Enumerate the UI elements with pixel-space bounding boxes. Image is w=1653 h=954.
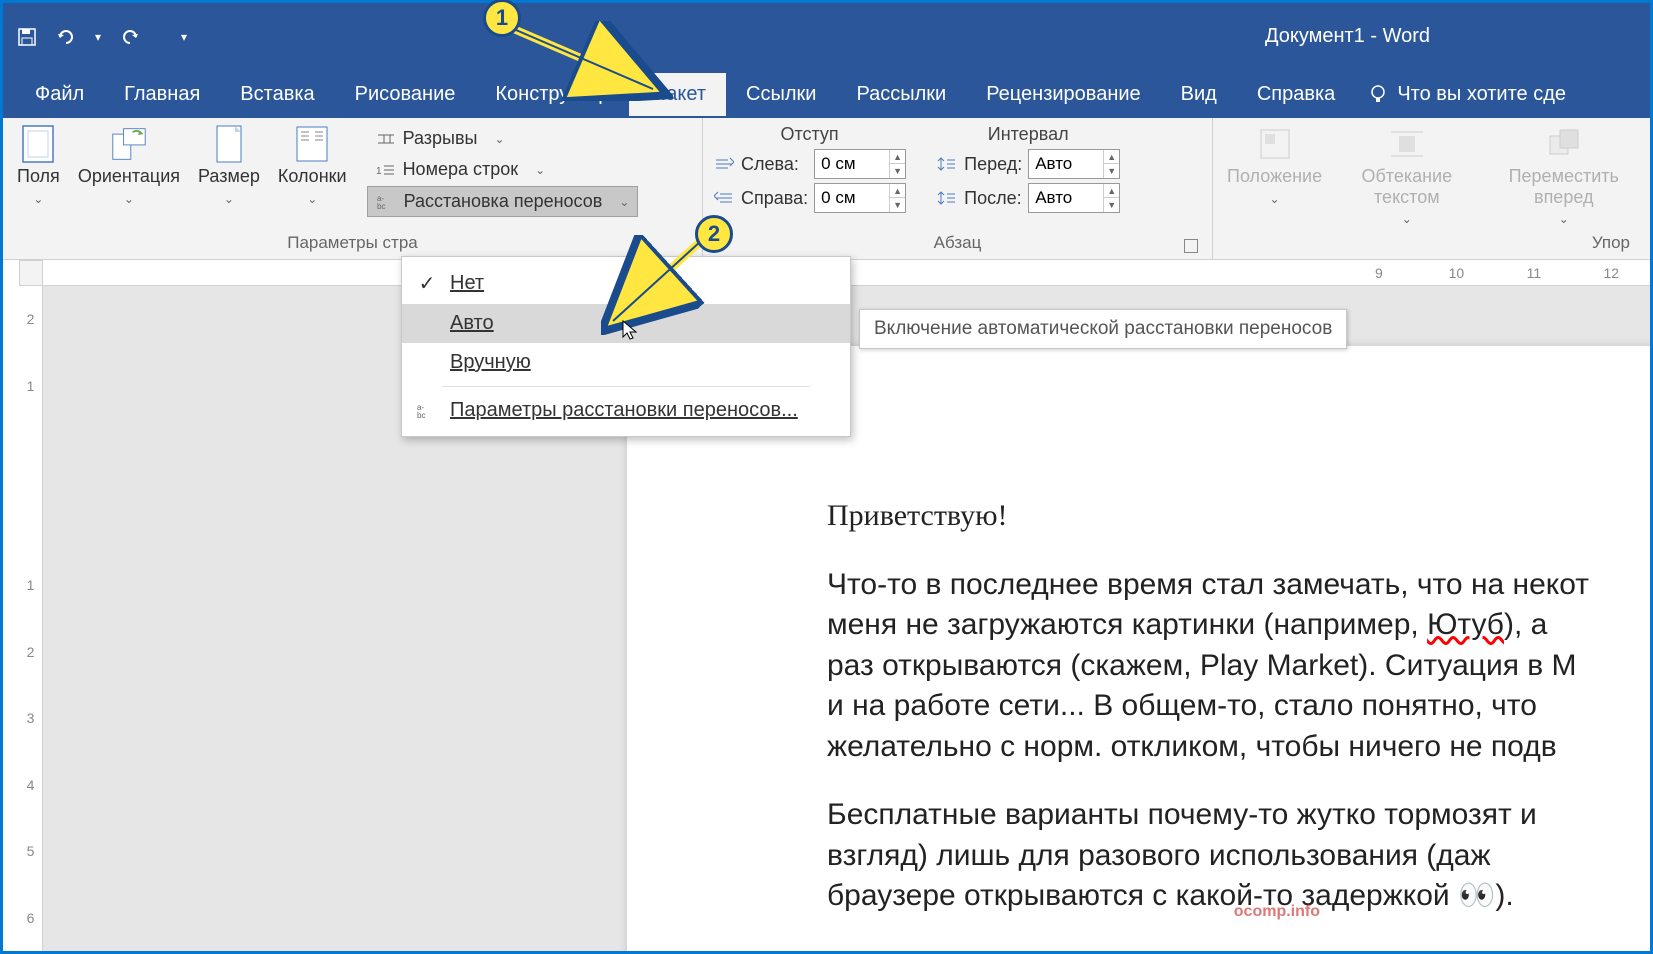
tab-mailings[interactable]: Рассылки [836, 73, 966, 116]
spinner-down-icon[interactable]: ▼ [1103, 198, 1119, 212]
tab-draw[interactable]: Рисование [335, 73, 476, 116]
spacing-header: Интервал [936, 124, 1120, 149]
line-numbers-icon: 1 [375, 161, 397, 179]
hyphenation-button[interactable]: a-bc Расстановка переносов ⌄ [367, 186, 639, 217]
line-numbers-button[interactable]: 1 Номера строк ⌄ [367, 155, 639, 184]
tab-review[interactable]: Рецензирование [966, 73, 1160, 116]
spacing-after-label: После: [964, 188, 1022, 209]
columns-icon [294, 126, 330, 162]
undo-dropdown-icon[interactable]: ▾ [95, 30, 101, 44]
spinner-down-icon[interactable]: ▼ [889, 198, 905, 212]
columns-button[interactable]: Колонки⌄ [274, 124, 351, 209]
spacing-before-icon [936, 155, 958, 173]
spacing-after-input[interactable]: ▲▼ [1028, 183, 1120, 213]
indent-left-input[interactable]: ▲▼ [814, 149, 906, 179]
lightbulb-icon [1367, 83, 1389, 105]
annotation-arrow-2 [601, 235, 711, 335]
spinner-up-icon[interactable]: ▲ [889, 150, 905, 164]
wrap-text-button[interactable]: Обтекание текстом⌄ [1336, 124, 1477, 230]
annotation-badge-2: 2 [695, 215, 733, 253]
margins-icon [20, 126, 56, 162]
title-bar: ▾ ▾ Документ1 - Word [3, 3, 1650, 70]
redo-button[interactable] [117, 25, 141, 49]
tell-me-label: Что вы хотите сде [1397, 83, 1566, 106]
menu-item-manual[interactable]: Вручную [402, 343, 850, 382]
tell-me-search[interactable]: Что вы хотите сде [1355, 83, 1566, 106]
paragraph-1: Приветствую! [827, 496, 1650, 537]
size-button[interactable]: Размер⌄ [194, 124, 264, 209]
group-label-page-setup: Параметры стра [13, 231, 692, 257]
undo-button[interactable] [55, 25, 79, 49]
spinner-up-icon[interactable]: ▲ [1103, 184, 1119, 198]
menu-separator [442, 386, 810, 387]
indent-left-label: Слева: [741, 154, 808, 175]
orientation-button[interactable]: Ориентация⌄ [74, 124, 184, 209]
dialog-launcher-icon[interactable] [1184, 239, 1198, 253]
ribbon: Поля⌄ Ориентация⌄ Размер⌄ Колонки⌄ Разры… [3, 118, 1650, 260]
indent-right-label: Справа: [741, 188, 808, 209]
breaks-button[interactable]: Разрывы ⌄ [367, 124, 639, 153]
spinner-up-icon[interactable]: ▲ [889, 184, 905, 198]
indent-header: Отступ [713, 124, 906, 149]
size-icon [211, 126, 247, 162]
position-icon [1257, 126, 1293, 162]
cursor-icon [621, 319, 641, 343]
svg-text:bc: bc [377, 202, 385, 210]
spinner-down-icon[interactable]: ▼ [1103, 164, 1119, 178]
spacing-before-input[interactable]: ▲▼ [1028, 149, 1120, 179]
save-button[interactable] [15, 25, 39, 49]
tab-help[interactable]: Справка [1237, 73, 1355, 116]
margins-button[interactable]: Поля⌄ [13, 124, 64, 209]
hyphenation-options-icon: a-bc [416, 403, 438, 419]
indent-right-input[interactable]: ▲▼ [814, 183, 906, 213]
paragraph-2: Что-то в последнее время стал замечать, … [827, 565, 1650, 768]
wrap-text-icon [1389, 126, 1425, 162]
breaks-icon [375, 130, 397, 148]
group-label-arrange: Упор [1223, 231, 1640, 257]
indent-right-icon [713, 189, 735, 207]
group-page-setup: Поля⌄ Ориентация⌄ Размер⌄ Колонки⌄ Разры… [3, 118, 703, 259]
svg-text:1: 1 [376, 166, 382, 177]
vertical-ruler[interactable]: 2 1 1 2 3 4 5 6 [19, 286, 43, 951]
tab-references[interactable]: Ссылки [726, 73, 836, 116]
watermark: ocomp.info [1234, 903, 1320, 921]
spinner-up-icon[interactable]: ▲ [1103, 150, 1119, 164]
ruler-corner [19, 260, 43, 286]
spacing-before-label: Перед: [964, 154, 1022, 175]
bring-forward-icon [1546, 126, 1582, 162]
tab-view[interactable]: Вид [1161, 73, 1237, 116]
tooltip: Включение автоматической расстановки пер… [859, 309, 1347, 349]
spinner-down-icon[interactable]: ▼ [889, 164, 905, 178]
bring-forward-button[interactable]: Переместить вперед⌄ [1487, 124, 1640, 230]
quick-access-toolbar: ▾ ▾ [15, 25, 187, 49]
ribbon-tabs: Файл Главная Вставка Рисование Конструкт… [3, 70, 1650, 118]
annotation-arrow-1 [503, 21, 673, 101]
paragraph-3: Бесплатные варианты почему-то жутко торм… [827, 795, 1650, 917]
group-arrange: Положение⌄ Обтекание текстом⌄ Переместит… [1213, 118, 1650, 259]
position-button[interactable]: Положение⌄ [1223, 124, 1326, 209]
orientation-icon [111, 126, 147, 162]
annotation-badge-1: 1 [483, 0, 521, 37]
group-paragraph: Отступ Слева: ▲▼ Справа: ▲▼ Интервал Пер [703, 118, 1213, 259]
svg-text:bc: bc [417, 411, 425, 419]
indent-left-icon [713, 155, 735, 173]
tab-home[interactable]: Главная [104, 73, 220, 116]
tab-insert[interactable]: Вставка [220, 73, 334, 116]
window-title: Документ1 - Word [1265, 25, 1430, 48]
spacing-after-icon [936, 189, 958, 207]
hyphenation-icon: a-bc [376, 193, 398, 211]
group-label-paragraph: Абзац [713, 231, 1202, 257]
check-icon: ✓ [416, 271, 438, 296]
menu-item-options[interactable]: a-bc Параметры расстановки переносов... [402, 391, 850, 430]
tab-file[interactable]: Файл [15, 73, 104, 116]
qat-customize-icon[interactable]: ▾ [181, 30, 187, 44]
